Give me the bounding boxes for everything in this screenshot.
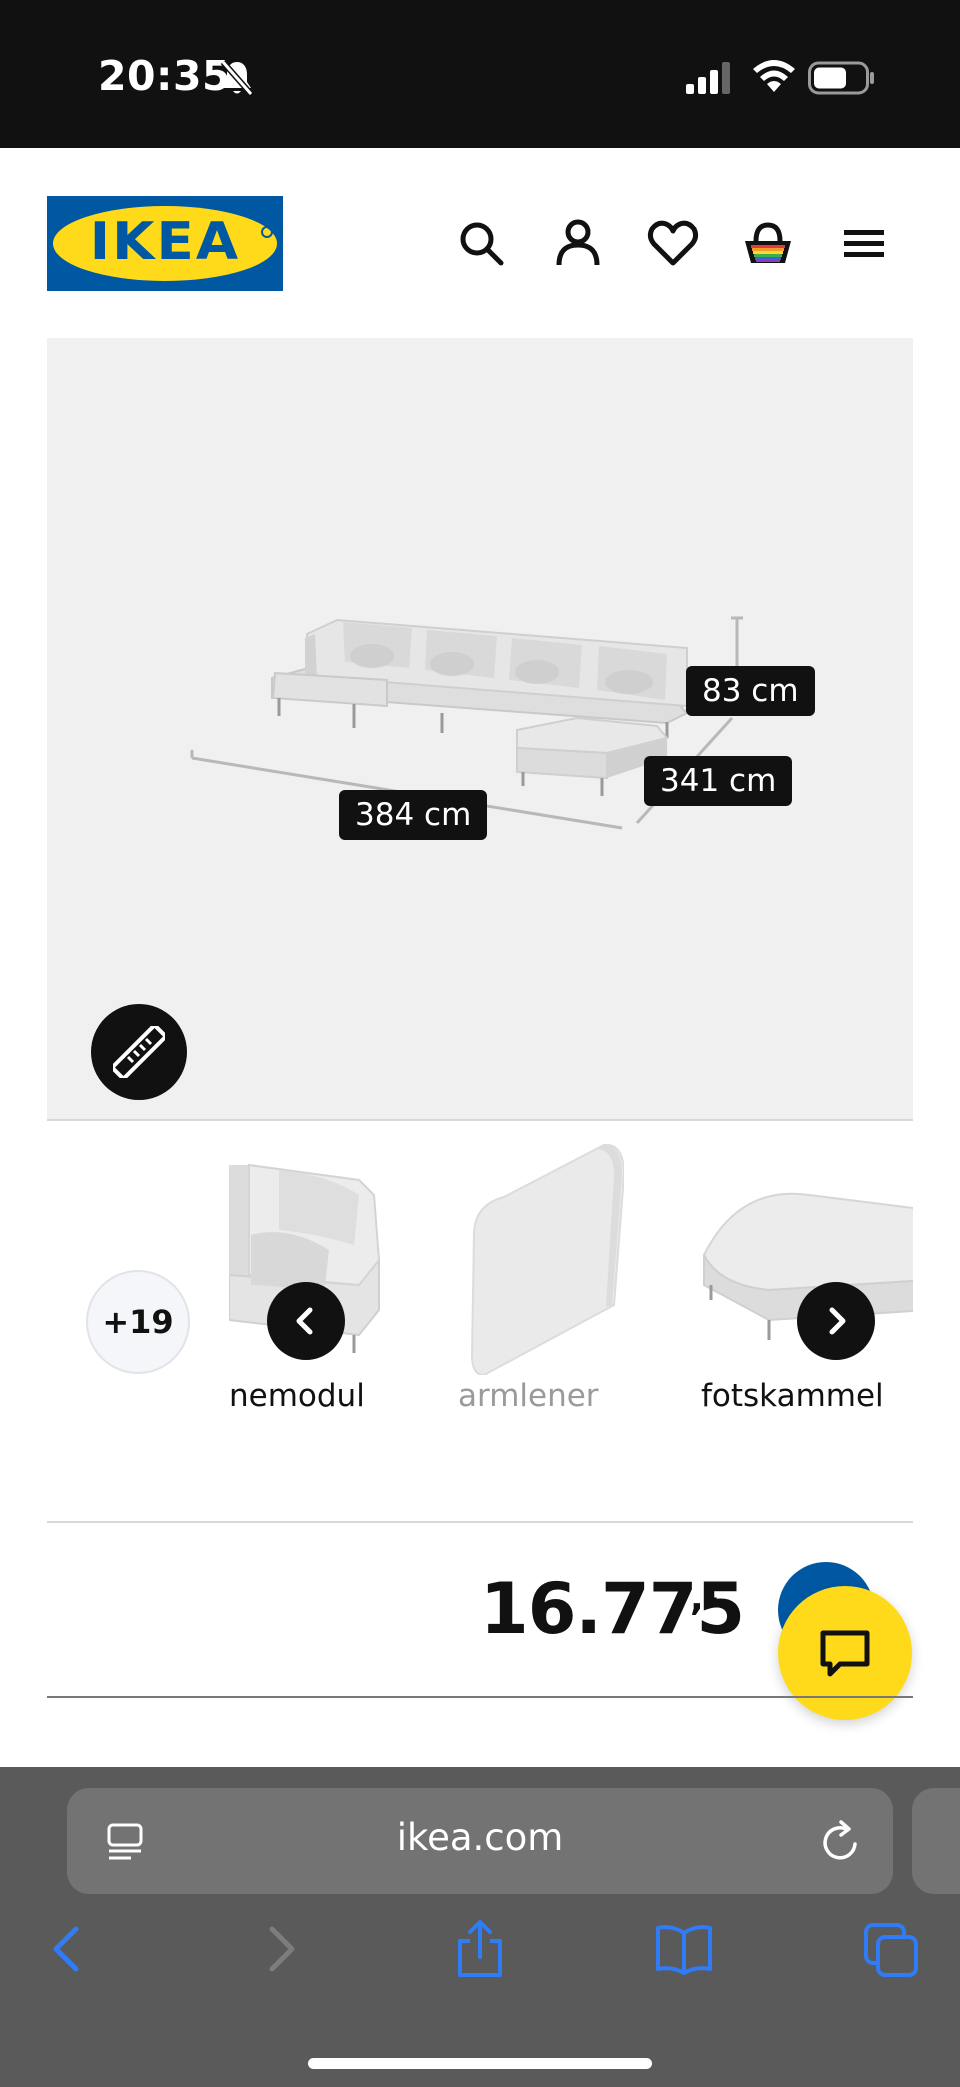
price-divider — [47, 1521, 913, 1523]
carousel-item-label: armlener — [458, 1378, 599, 1414]
height-dimension-label: 83 cm — [686, 666, 815, 716]
ikea-logo[interactable]: IKEA — [47, 196, 283, 291]
carousel-next-button[interactable] — [797, 1282, 875, 1360]
carousel-item[interactable]: nemodul — [229, 1135, 429, 1435]
more-items-badge[interactable]: +19 — [86, 1270, 190, 1374]
share-icon[interactable] — [450, 1919, 510, 1979]
chevron-left-icon — [296, 1307, 313, 1335]
chevron-right-icon — [829, 1307, 846, 1335]
address-bar[interactable]: ikea.com — [67, 1788, 893, 1894]
menu-icon[interactable] — [838, 213, 892, 273]
logo-text: IKEA — [89, 212, 241, 272]
module-carousel[interactable]: nemodul armlener fotskammel — [229, 1135, 913, 1435]
search-icon[interactable] — [455, 213, 509, 273]
tabs-icon[interactable] — [862, 1919, 922, 1979]
browser-chrome: ikea.com — [0, 1767, 960, 2087]
wishlist-heart-icon[interactable] — [646, 213, 700, 273]
bell-slash-icon — [220, 60, 254, 96]
carousel-item[interactable]: armlener — [458, 1135, 624, 1435]
bookmarks-icon[interactable] — [654, 1919, 714, 1979]
carousel-item[interactable]: fotskammel — [699, 1135, 913, 1435]
carousel-item-label: nemodul — [229, 1378, 365, 1414]
registered-mark — [261, 226, 273, 238]
armrest-icon — [470, 1143, 624, 1375]
price-suffix: ,- — [690, 1578, 719, 1619]
battery-icon — [808, 61, 874, 95]
carousel-item-label: fotskammel — [701, 1378, 884, 1414]
home-indicator — [308, 2058, 652, 2069]
sofa-illustration — [190, 616, 743, 830]
status-bar: 20:35 — [0, 0, 960, 148]
chat-bubble-icon — [820, 1630, 870, 1677]
carousel-prev-button[interactable] — [267, 1282, 345, 1360]
status-time: 20:35 — [98, 52, 232, 100]
depth-dimension-label: 341 cm — [644, 756, 793, 806]
wifi-icon — [753, 60, 795, 92]
cellular-signal-icon — [686, 62, 730, 94]
image-divider — [47, 1119, 913, 1121]
ruler-icon — [113, 1026, 165, 1078]
price-bottom-divider — [47, 1696, 913, 1698]
back-icon[interactable] — [40, 1919, 100, 1979]
url-text: ikea.com — [396, 1816, 564, 1859]
reload-icon[interactable] — [819, 1818, 863, 1864]
forward-icon[interactable] — [248, 1919, 308, 1979]
shopping-basket-icon[interactable] — [741, 213, 795, 273]
next-tab-peek[interactable] — [912, 1788, 960, 1894]
chat-button[interactable] — [778, 1586, 912, 1720]
account-icon[interactable] — [551, 213, 605, 273]
product-image[interactable]: 83 cm 341 cm 384 cm — [47, 338, 913, 1120]
width-dimension-label: 384 cm — [339, 790, 488, 840]
measure-button[interactable] — [91, 1004, 187, 1100]
